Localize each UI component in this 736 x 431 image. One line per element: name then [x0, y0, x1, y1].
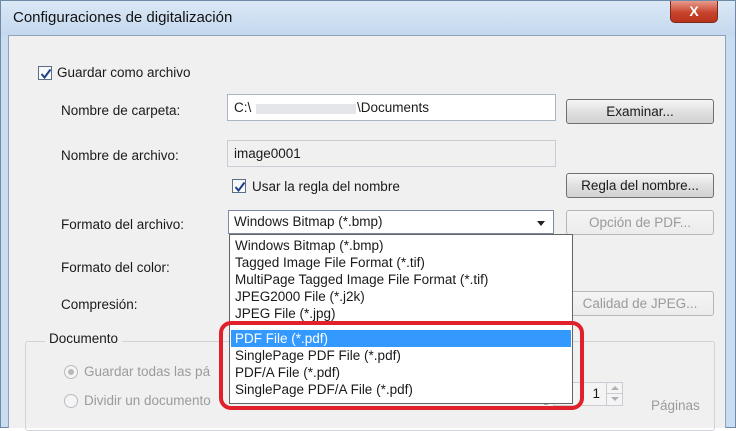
pdf-options-callout	[219, 321, 584, 410]
save-all-pages-radio[interactable]	[64, 365, 78, 379]
format-option[interactable]: MultiPage Tagged Image File Format (*.ti…	[231, 271, 571, 288]
redacted-username	[256, 104, 356, 114]
file-format-select[interactable]: Windows Bitmap (*.bmp)	[228, 210, 554, 234]
close-button[interactable]: X	[670, 1, 718, 23]
format-option[interactable]: Tagged Image File Format (*.tif)	[231, 254, 571, 271]
naming-rule-label: Usar la regla del nombre	[252, 179, 400, 194]
checkmark-icon	[234, 181, 246, 193]
file-format-selected: Windows Bitmap (*.bmp)	[234, 214, 383, 229]
pages-value: 1	[592, 386, 600, 401]
title-bar[interactable]: Configuraciones de digitalización X	[1, 1, 735, 35]
file-name-input[interactable]: image0001	[227, 140, 556, 167]
folder-path-input[interactable]: C:\ \Documents	[227, 94, 556, 121]
pages-label: Páginas	[651, 398, 700, 413]
naming-rule-checkbox[interactable]	[232, 179, 246, 193]
browse-button[interactable]: Examinar...	[566, 99, 714, 124]
document-group-label: Documento	[45, 331, 123, 346]
radio-dot	[68, 369, 74, 375]
format-option[interactable]: Windows Bitmap (*.bmp)	[231, 237, 571, 254]
save-as-file-label: Guardar como archivo	[57, 65, 191, 80]
dropdown-arrow-icon	[537, 221, 545, 226]
color-format-label: Formato del color:	[61, 260, 170, 275]
format-option[interactable]: JPEG File (*.jpg)	[231, 305, 571, 322]
folder-name-label: Nombre de carpeta:	[61, 103, 181, 118]
file-name-label: Nombre de archivo:	[61, 148, 179, 163]
close-icon: X	[689, 3, 699, 19]
pdf-option-button[interactable]: Opción de PDF...	[566, 210, 714, 235]
compression-label: Compresión:	[61, 297, 138, 312]
window-title: Configuraciones de digitalización	[13, 9, 233, 26]
save-as-file-checkbox[interactable]	[38, 66, 52, 80]
folder-path-suffix: \Documents	[357, 100, 430, 115]
jpeg-quality-button[interactable]: Calidad de JPEG...	[566, 291, 714, 316]
checkmark-icon	[40, 68, 52, 80]
spin-up-icon[interactable]	[606, 383, 622, 394]
format-option[interactable]: JPEG2000 File (*.j2k)	[231, 288, 571, 305]
split-document-label: Dividir un documento	[84, 393, 211, 408]
file-format-label: Formato del archivo:	[61, 217, 185, 232]
naming-rule-button[interactable]: Regla del nombre...	[566, 173, 714, 198]
split-document-radio[interactable]	[64, 394, 78, 408]
spin-down-icon[interactable]	[606, 394, 622, 405]
save-all-pages-label: Guardar todas las pá	[84, 364, 211, 379]
folder-path-prefix: C:\	[234, 100, 252, 115]
